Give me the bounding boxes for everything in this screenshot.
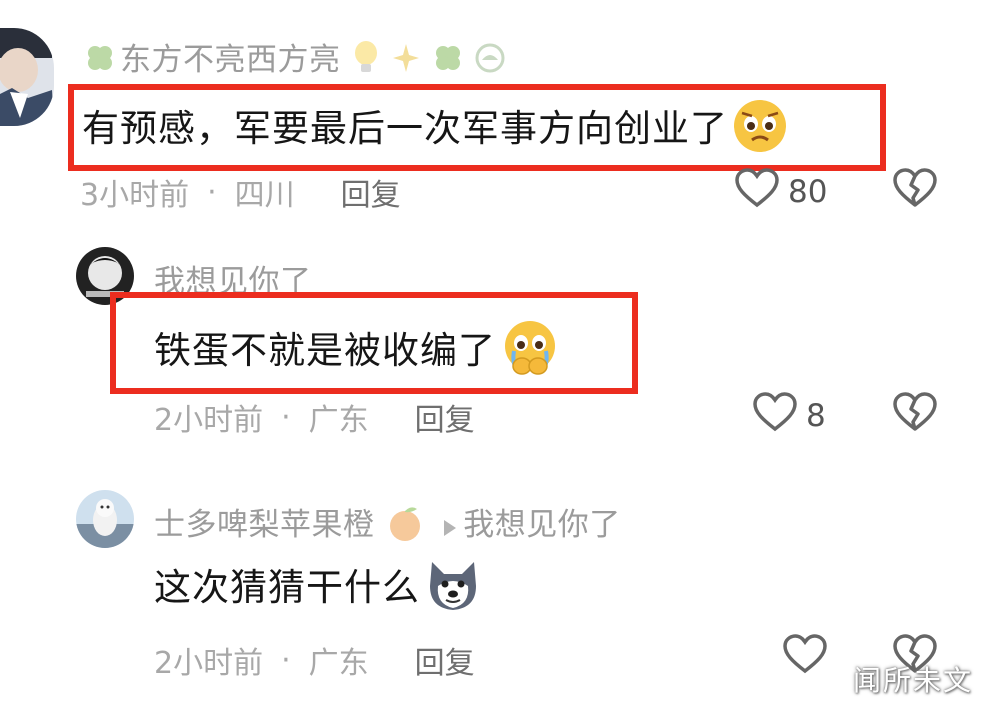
watermark: 闻所未文 <box>852 664 973 697</box>
location: 四川 <box>234 178 295 213</box>
comment-meta: 2小时前 · 广东 回复 <box>154 395 475 439</box>
avatar[interactable] <box>0 28 54 126</box>
like-count: 80 <box>788 174 828 210</box>
reply-button[interactable]: 回复 <box>415 638 475 682</box>
clover-icon <box>432 42 464 82</box>
comment-text: 铁蛋不就是被收编了 <box>154 318 560 387</box>
heart-icon <box>752 392 798 440</box>
play-arrow-icon <box>443 509 457 545</box>
avatar[interactable] <box>76 490 134 548</box>
timestamp: 2小时前 <box>154 646 264 681</box>
comment-text: 这次猜猜干什么 <box>154 556 482 623</box>
reply-button[interactable]: 回复 <box>341 170 401 214</box>
location: 广东 <box>308 403 369 438</box>
dislike-broken-heart-icon[interactable] <box>892 392 938 436</box>
username[interactable]: 士多啤梨苹果橙 我想见你了 <box>154 499 621 551</box>
heart-icon <box>782 634 828 682</box>
reply-button[interactable]: 回复 <box>415 395 475 439</box>
like-button[interactable]: 80 <box>734 168 827 216</box>
like-count: 8 <box>806 398 826 434</box>
dislike-broken-heart-icon[interactable] <box>892 168 938 212</box>
comment-meta: 3小时前 · 四川 回复 <box>80 170 401 214</box>
orange-icon <box>385 503 425 551</box>
husky-emoji <box>424 556 482 623</box>
clover-icon <box>84 42 116 82</box>
timestamp: 3小时前 <box>80 178 190 213</box>
timestamp: 2小时前 <box>154 403 264 438</box>
lightbulb-icon <box>351 40 381 84</box>
reply-to-username[interactable]: 我想见你了 <box>463 507 621 543</box>
like-button[interactable] <box>782 634 828 682</box>
pleading-face-emoji <box>732 98 788 163</box>
comment-text: 有预感，军要最后一次军事方向创业了 <box>82 98 788 163</box>
comment-meta: 2小时前 · 广东 回复 <box>154 638 475 682</box>
sparkle-icon <box>391 42 421 82</box>
pleading-face-emoji <box>500 318 560 387</box>
location: 广东 <box>308 646 369 681</box>
username[interactable]: 东方不亮西方亮 <box>84 34 506 84</box>
heart-icon <box>734 168 780 216</box>
face-icon <box>474 42 506 82</box>
like-button[interactable]: 8 <box>752 392 826 440</box>
